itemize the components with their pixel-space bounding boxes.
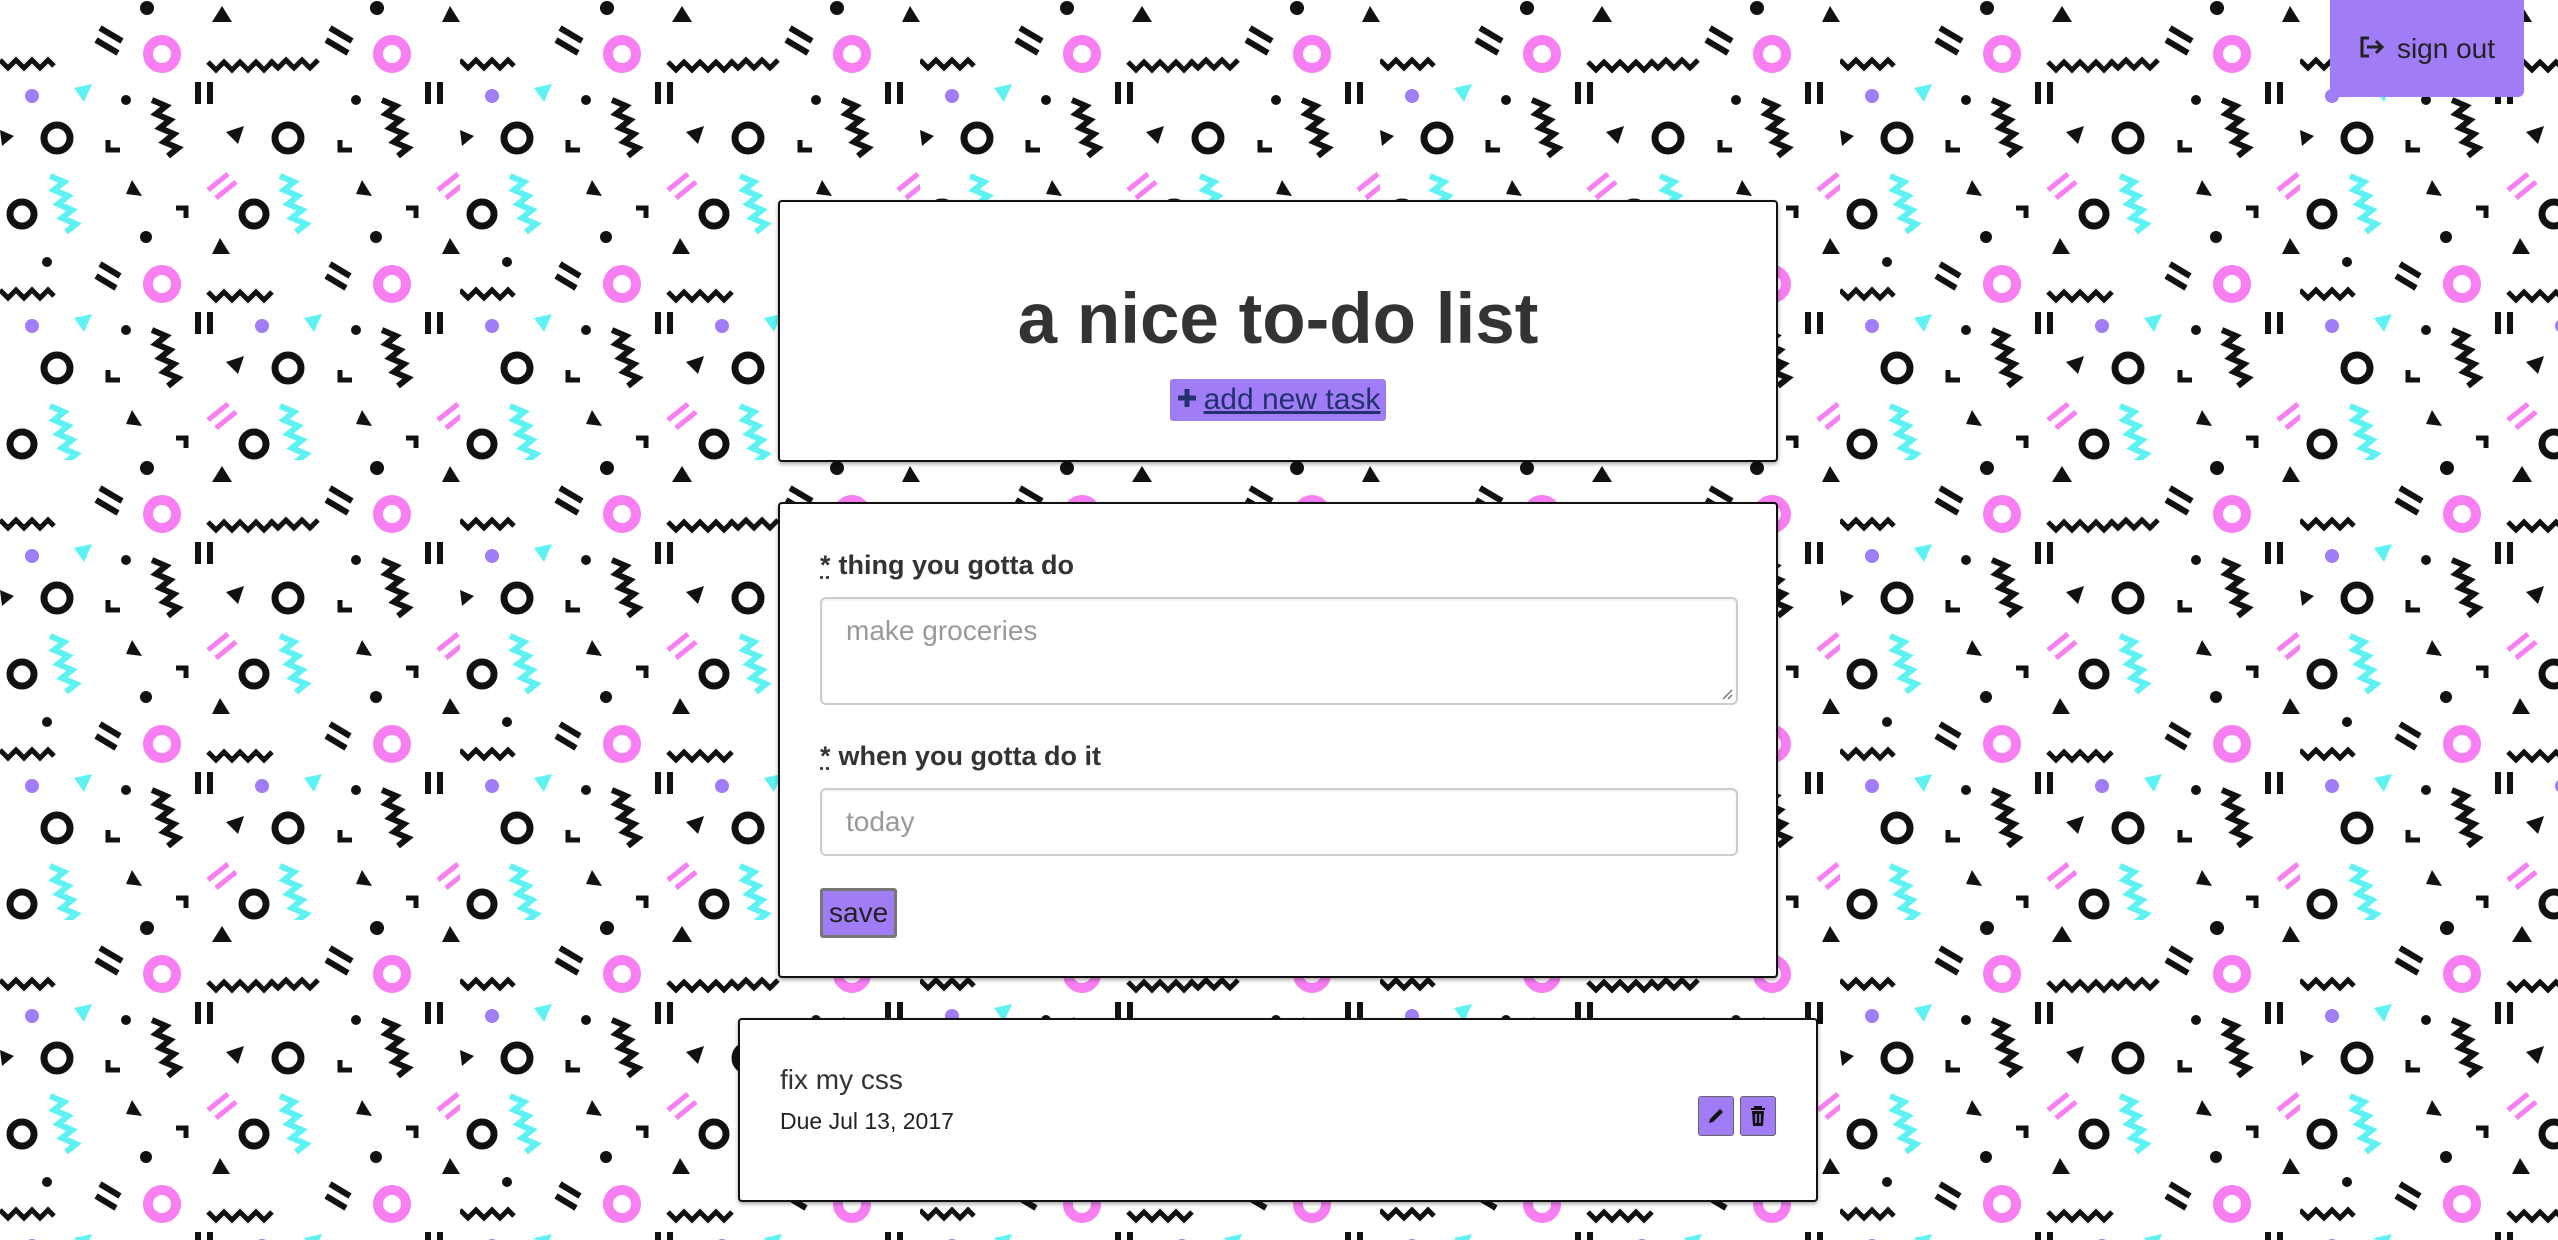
delete-task-button[interactable] <box>1740 1096 1776 1136</box>
task-actions <box>1698 1096 1776 1136</box>
edit-task-button[interactable] <box>1698 1096 1734 1136</box>
date-placeholder: today <box>846 806 915 837</box>
page-title: a nice to-do list <box>1017 280 1539 359</box>
resize-handle-icon[interactable] <box>1719 686 1733 700</box>
save-button[interactable]: save <box>820 888 898 938</box>
date-input[interactable]: today <box>820 788 1738 856</box>
add-new-task-label: add new task <box>1203 383 1381 416</box>
required-marker: * <box>820 741 831 771</box>
sign-out-icon <box>2359 33 2385 65</box>
sign-out-button[interactable]: sign out <box>2330 0 2524 97</box>
trash-icon <box>1751 1106 1765 1126</box>
plus-icon <box>1176 383 1198 417</box>
header-card: a nice to-do list add new task <box>778 200 1778 462</box>
task-placeholder: make groceries <box>846 615 1038 646</box>
add-new-task-link[interactable]: add new task <box>1169 379 1387 421</box>
task-field-label: * thing you gotta do <box>820 550 1736 581</box>
date-field-label-text: when you gotta do it <box>838 741 1101 771</box>
date-field-label: * when you gotta do it <box>820 741 1736 772</box>
pencil-icon <box>1709 1109 1723 1123</box>
required-marker: * <box>820 550 831 580</box>
sign-out-label: sign out <box>2396 32 2496 64</box>
task-due-date: Due Jul 13, 2017 <box>780 1108 954 1134</box>
task-name: fix my css <box>780 1064 903 1095</box>
task-item: fix my css Due Jul 13, 2017 <box>738 1018 1818 1202</box>
task-textarea[interactable]: make groceries <box>820 597 1738 705</box>
new-task-form: * thing you gotta do make groceries * wh… <box>778 502 1778 978</box>
task-field-label-text: thing you gotta do <box>838 550 1074 580</box>
